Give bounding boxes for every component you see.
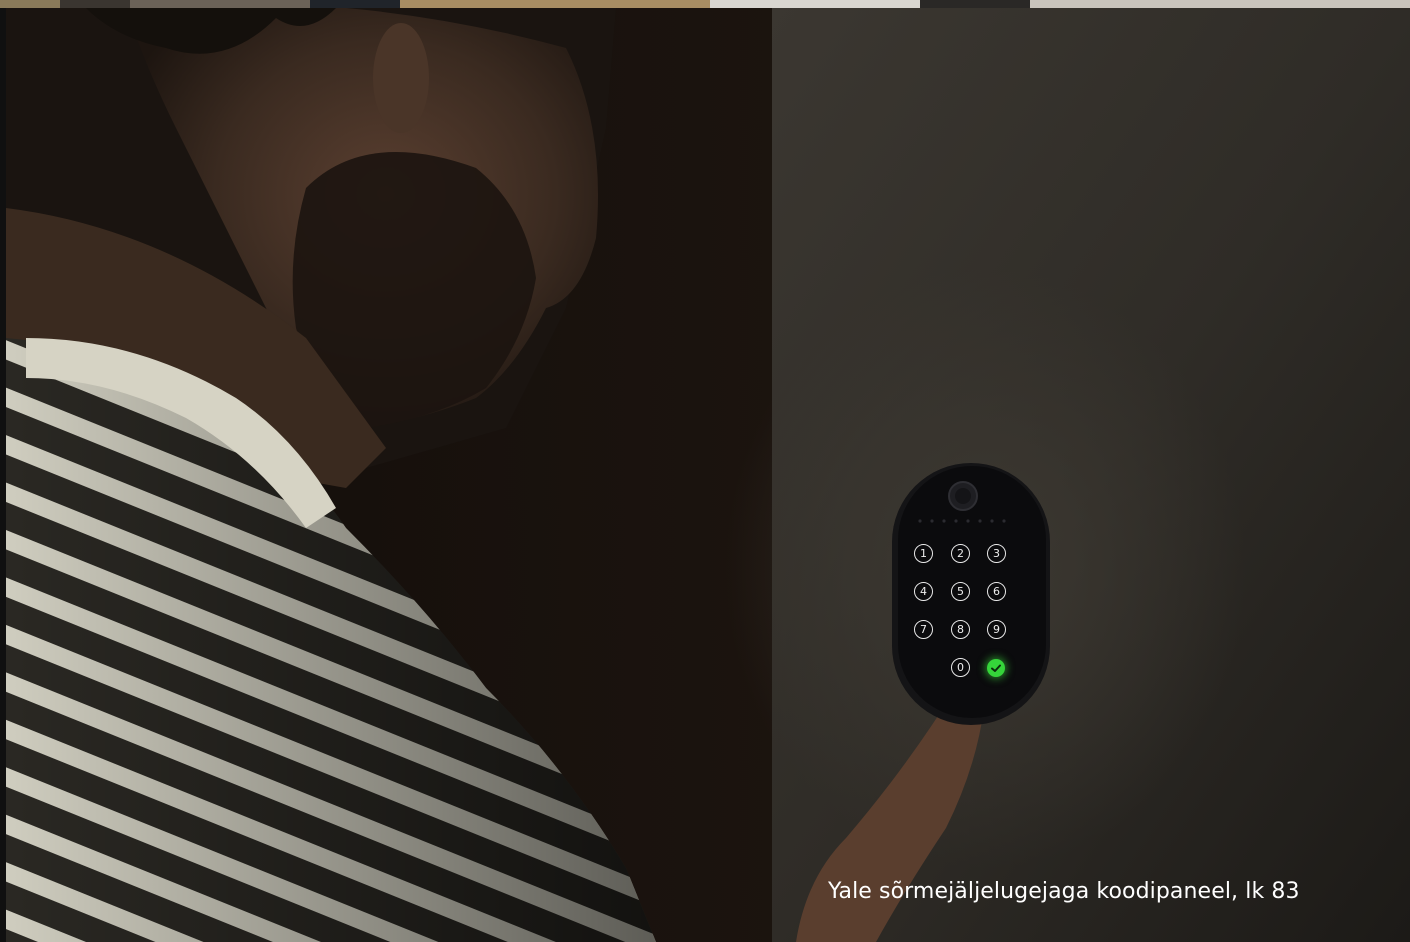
- keypad-key-9[interactable]: 9: [987, 620, 1006, 639]
- check-icon[interactable]: [987, 659, 1005, 677]
- keypad-key-7[interactable]: 7: [914, 620, 933, 639]
- top-photo-strip: [0, 0, 1410, 8]
- keypad: 1 2 3 4 5 6 7 8 9 0: [898, 471, 1046, 729]
- keypad-key-0[interactable]: 0: [951, 658, 970, 677]
- keypad-key-2[interactable]: 2: [951, 544, 970, 563]
- keypad-key-6[interactable]: 6: [987, 582, 1006, 601]
- keypad-key-8[interactable]: 8: [951, 620, 970, 639]
- check-mark: [991, 664, 1001, 672]
- photo-scene: 1 2 3 4 5 6 7 8 9 0 Yale sõrmejäljelugej…: [6, 8, 1410, 942]
- keypad-key-1[interactable]: 1: [914, 544, 933, 563]
- keypad-key-4[interactable]: 4: [914, 582, 933, 601]
- image-caption: Yale sõrmejäljelugejaga koodipaneel, lk …: [828, 879, 1300, 904]
- keypad-key-5[interactable]: 5: [951, 582, 970, 601]
- keypad-key-3[interactable]: 3: [987, 544, 1006, 563]
- scene-illustration: [6, 8, 1410, 942]
